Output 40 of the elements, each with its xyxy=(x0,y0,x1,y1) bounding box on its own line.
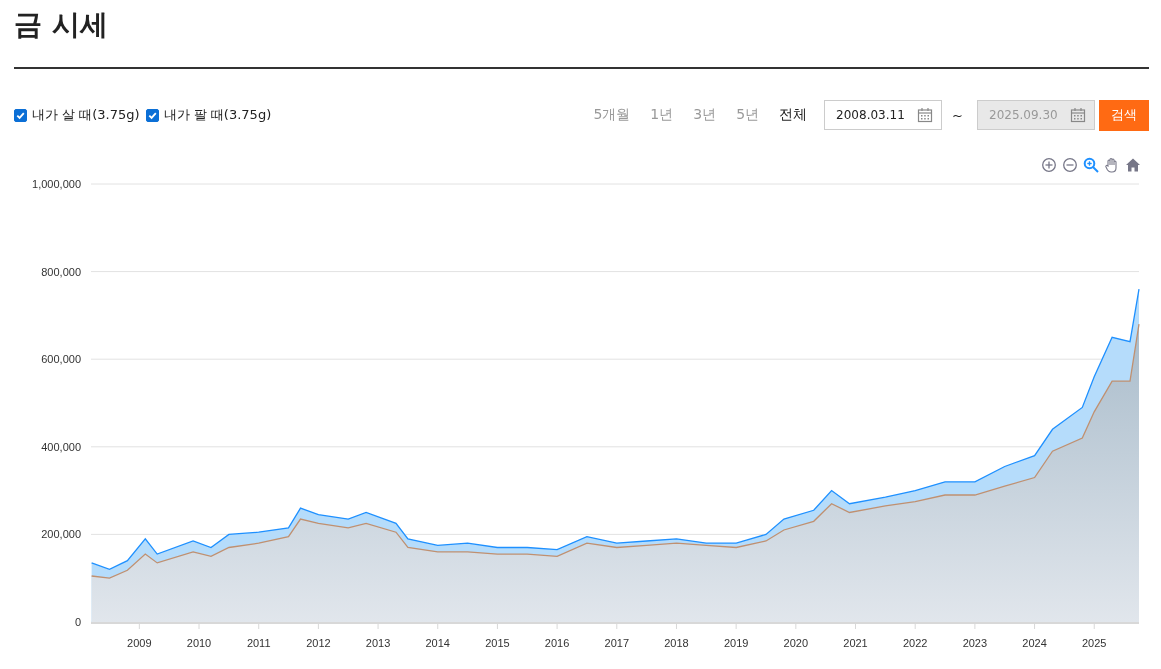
start-date-field[interactable]: 2008.03.11 xyxy=(824,100,943,130)
range-tab[interactable]: 1년 xyxy=(643,106,681,124)
y-axis-label: 0 xyxy=(74,616,81,628)
range-tab[interactable]: 전체 xyxy=(772,106,815,124)
x-axis-label: 2024 xyxy=(1022,637,1047,649)
page-title: 금 시세 xyxy=(13,7,109,43)
home-icon[interactable] xyxy=(1125,157,1141,173)
y-axis-label: 600,000 xyxy=(41,353,81,366)
x-axis-label: 2025 xyxy=(1082,637,1107,649)
series-checkbox[interactable]: 내가 살 때(3.75g) xyxy=(14,106,140,124)
zoom-in-icon[interactable] xyxy=(1041,157,1057,173)
search-button[interactable]: 검색 xyxy=(1099,99,1149,131)
x-axis-label: 2011 xyxy=(246,637,271,649)
x-axis-label: 2021 xyxy=(843,637,868,649)
x-axis-label: 2019 xyxy=(723,637,749,649)
calendar-icon[interactable] xyxy=(917,107,934,123)
x-axis-label: 2010 xyxy=(186,637,212,649)
range-tab[interactable]: 5개월 xyxy=(586,106,638,124)
range-tab[interactable]: 3년 xyxy=(686,106,724,124)
x-axis-label: 2023 xyxy=(962,637,988,649)
date-separator: ~ xyxy=(952,107,963,123)
x-axis-label: 2015 xyxy=(485,637,510,649)
x-axis-label: 2017 xyxy=(604,637,630,649)
y-axis-label: 400,000 xyxy=(41,440,81,453)
series-checkbox[interactable]: 내가 팔 때(3.75g) xyxy=(145,106,272,124)
x-axis-label: 2009 xyxy=(127,637,152,649)
magnifier-icon[interactable] xyxy=(1083,157,1099,173)
range-tab[interactable]: 5년 xyxy=(729,106,767,124)
x-axis-label: 2016 xyxy=(544,637,570,649)
x-axis-label: 2020 xyxy=(783,637,809,649)
x-axis-label: 2014 xyxy=(425,637,450,649)
x-axis-label: 2022 xyxy=(902,637,928,649)
y-axis-label: 1,000,000 xyxy=(32,178,81,190)
x-axis-label: 2013 xyxy=(365,637,391,649)
x-axis-label: 2018 xyxy=(664,637,689,649)
hand-icon[interactable] xyxy=(1104,157,1120,173)
x-axis-label: 2012 xyxy=(306,637,331,649)
y-axis-label: 200,000 xyxy=(41,528,81,541)
zoom-out-icon[interactable] xyxy=(1062,157,1078,173)
y-axis-label: 800,000 xyxy=(41,265,81,278)
